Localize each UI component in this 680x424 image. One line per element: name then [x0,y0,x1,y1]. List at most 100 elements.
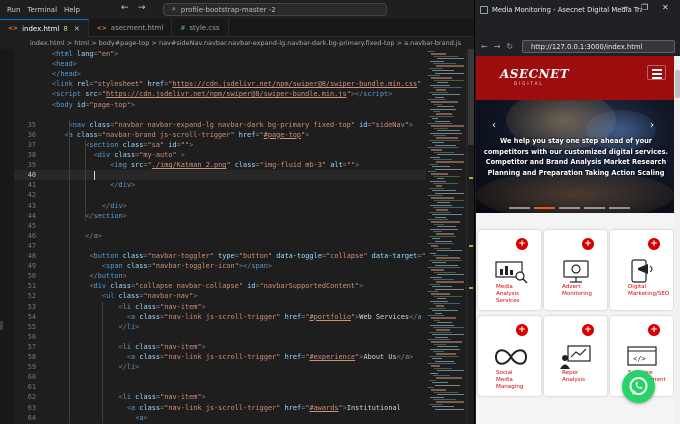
code-line[interactable]: 42 [14,190,426,200]
code-line[interactable]: 50 </button> [14,271,426,281]
close-window-icon[interactable]: ✕ [662,3,669,12]
page-scrollbar[interactable] [674,56,680,424]
forward-arrow-icon[interactable]: → [138,3,146,13]
code-line[interactable]: 58 <a class="nav-link js-scroll-trigger" … [14,352,426,362]
page-scrollbar-thumb[interactable] [675,70,680,98]
code-line[interactable]: 59 </li> [14,362,426,372]
tab-asecment-html[interactable]: <> asecment.html [89,19,173,37]
maximize-icon[interactable]: ❐ [641,3,648,12]
tab-style-css[interactable]: # style.css [172,19,229,37]
carousel-dot[interactable] [509,207,530,209]
carousel-dot[interactable] [609,207,630,209]
service-card[interactable]: + Digital Marketing/SEO [610,230,673,310]
minimap-line [437,370,464,372]
code-line[interactable]: 52 <ul class="navbar-nav"> [14,291,426,301]
code-line[interactable]: 57 <li class="nav-item"> [14,342,426,352]
code-line[interactable]: 39 <img src="./img/Katman 2.png" class="i… [14,160,426,170]
carousel-dot[interactable] [584,207,605,209]
code-line[interactable]: 54 <a class="nav-link js-scroll-trigger" … [14,312,426,322]
code-line[interactable]: 36 <a class="navbar-brand js-scroll-trigg… [14,130,426,140]
minimap-line [436,305,444,307]
service-label: Social Media Managing [496,370,524,391]
code-line[interactable]: 38 <div class="my-auto" > [14,150,426,160]
code-line[interactable]: </head> [14,69,426,79]
code-line[interactable]: 37 <section class="sa" id=""> [14,140,426,150]
code-text: <a class="nav-link js-scroll-trigger" hr… [126,312,422,321]
code-line[interactable]: 51 <div class="collapse navbar-collapse" … [14,281,426,291]
minimap-line [437,82,448,84]
plus-icon[interactable]: + [516,238,528,250]
minimap[interactable] [426,49,466,424]
minimap-line [429,307,446,310]
code-line[interactable]: 60 [14,372,426,382]
minimap-line [432,334,464,336]
minimap-line [437,322,452,324]
code-line[interactable]: 55 </li> [14,322,426,332]
plus-icon[interactable]: + [648,238,660,250]
code-line[interactable]: 45 [14,221,426,231]
close-icon[interactable]: ✕ [74,25,80,33]
menu-terminal[interactable]: Terminal [27,6,57,14]
code-line[interactable]: 47 [14,241,426,251]
whatsapp-button[interactable] [622,370,655,403]
browser-forward-icon[interactable]: → [494,42,501,51]
plus-icon[interactable]: + [648,324,660,336]
code-line[interactable]: <body id="page-top"> [14,100,426,110]
code-editor[interactable]: <html lang="en"> <head> </head> <link rel="… [14,49,426,424]
code-text: </div> [110,181,136,190]
minimap-line [432,166,450,168]
code-line[interactable]: 43 </div> [14,201,426,211]
social-media-icon [494,349,528,365]
minimap-line [432,382,448,384]
code-line[interactable]: <head> [14,59,426,69]
code-line[interactable]: 64 <a> [14,413,426,423]
menu-run[interactable]: Run [7,6,20,14]
code-line[interactable]: 56 [14,332,426,342]
code-line[interactable]: 48 <button class="navbar-toggler" type="b… [14,251,426,261]
code-line[interactable]: 62 <li class="nav-item"> [14,392,426,402]
browser-back-icon[interactable]: ← [481,42,488,51]
plus-icon[interactable]: + [582,324,594,336]
minimap-line [435,168,462,170]
carousel-dot-active[interactable] [534,207,555,209]
code-line[interactable]: 35 <nav class="navbar navbar-expand-lg na… [14,120,426,130]
code-line[interactable]: 53 <li class="nav-item"> [14,302,426,312]
tab-label: index.html [22,24,60,33]
code-line[interactable]: 61 [14,382,426,392]
menu-toggle-button[interactable] [647,65,666,80]
service-card[interactable]: + Advert Monitoring [544,230,607,310]
plus-icon[interactable]: + [582,238,594,250]
code-line[interactable]: 49 <span class="navbar-toggler-icon"></sp… [14,261,426,271]
reload-icon[interactable]: ↻ [506,42,513,51]
browser-window: Media Monitoring - Asecnet Digital Media… [474,0,680,424]
service-card[interactable]: + Media Analysis Services [478,230,541,310]
indent-guide [85,139,87,221]
code-line[interactable]: <script src="https://cdn.jsdelivr.net/np… [14,89,426,99]
carousel-prev-icon[interactable]: ‹ [492,120,496,131]
code-line[interactable]: 44 </section> [14,211,426,221]
code-line[interactable]: 46 </a> [14,231,426,241]
editor-scrollbar[interactable] [466,49,474,424]
code-line[interactable]: 63 <a class="nav-link js-scroll-trigger" … [14,403,426,413]
service-card[interactable]: + Social Media Managing [478,316,541,396]
address-bar[interactable]: http://127.0.0.1:3000/index.html [522,40,675,53]
code-line[interactable]: <html lang="en"> [14,49,426,59]
breadcrumb[interactable]: index.html > html > body#page-top > nav#… [0,37,474,49]
tab-index-html[interactable]: <> index.html 8 ✕ [0,19,89,37]
back-arrow-icon[interactable]: ← [121,3,129,13]
command-center[interactable]: ⌕ profile-bootstrap-master -2 [163,3,387,16]
code-line[interactable] [14,110,426,120]
code-line[interactable]: <link rel="stylesheet" href="https://cdn… [14,79,426,89]
carousel-next-icon[interactable]: › [650,120,654,131]
code-line[interactable]: 41 </div> [14,180,426,190]
service-card[interactable]: + Repor Analysis [544,316,607,396]
minimap-line [433,279,454,281]
minimap-line [429,331,452,334]
minimize-icon[interactable]: — [621,3,629,12]
site-logo[interactable]: ASECNET [500,67,569,81]
menu-help[interactable]: Help [64,6,80,14]
plus-icon[interactable]: + [516,324,528,336]
indent-guide [101,301,103,423]
code-line[interactable]: 40 [14,170,426,181]
carousel-dot[interactable] [559,207,580,209]
